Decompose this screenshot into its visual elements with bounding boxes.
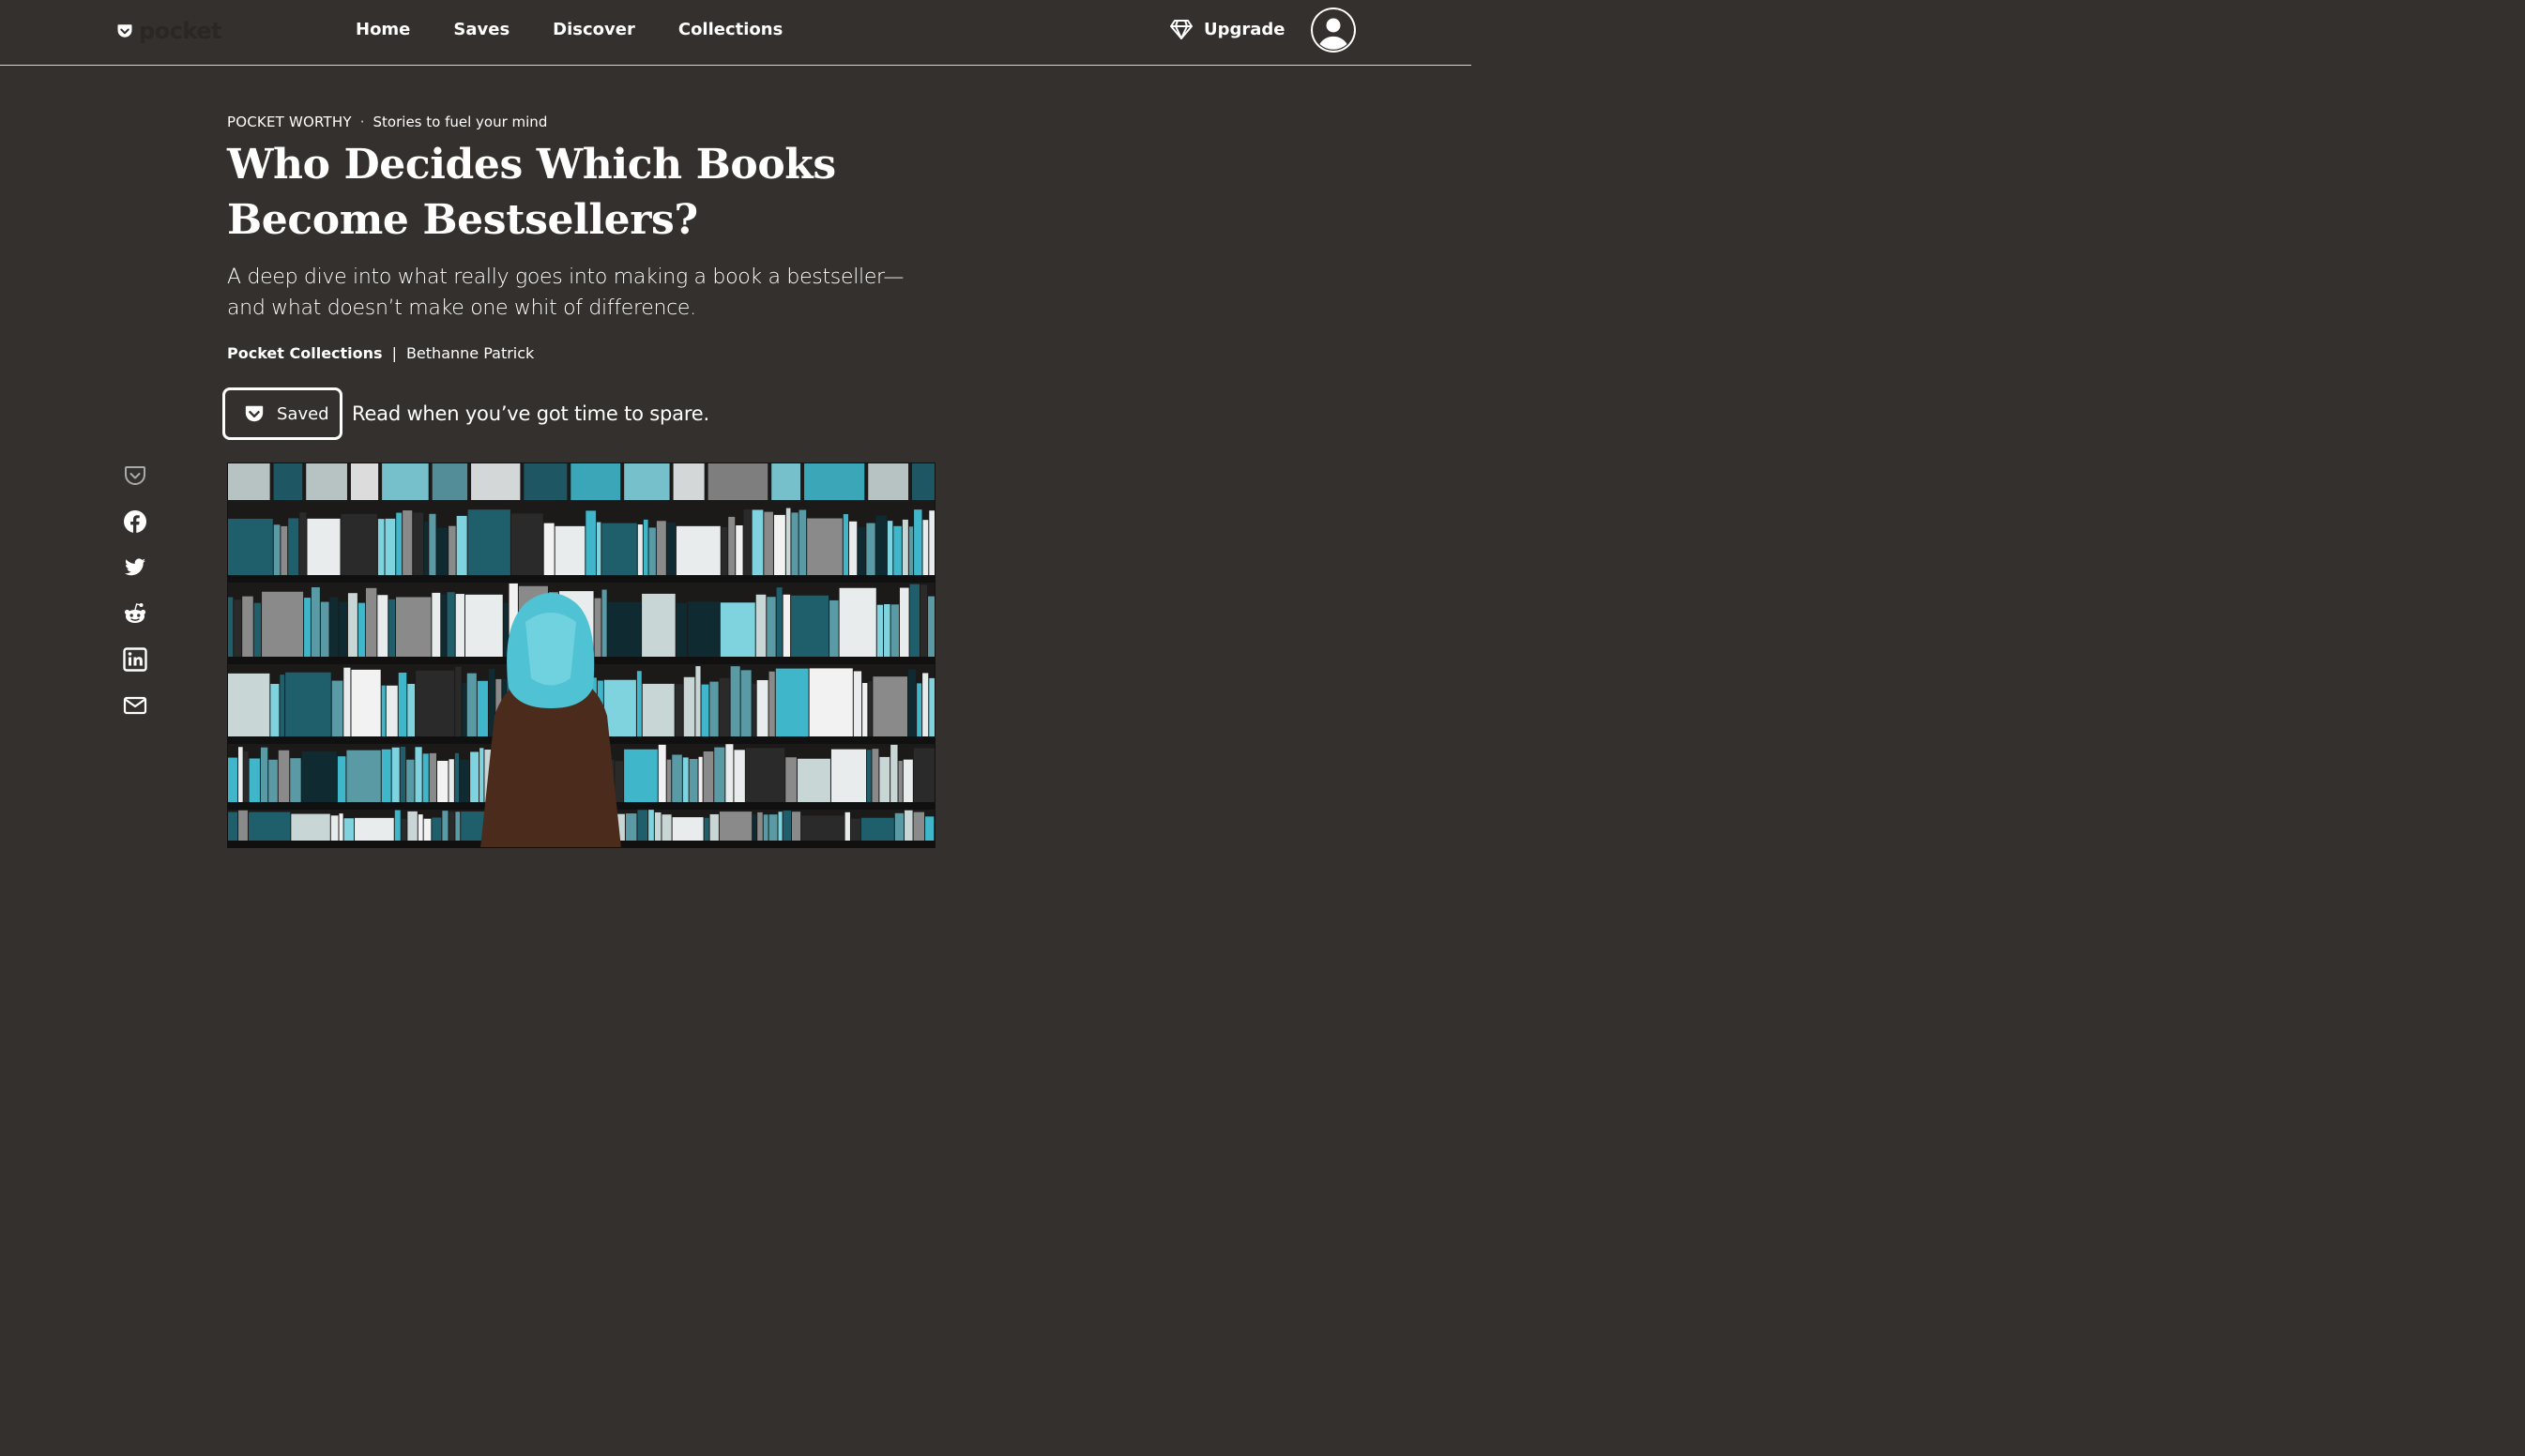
pocket-worthy-tagline: Stories to fuel your mind [373, 114, 548, 130]
pocket-logo[interactable]: pocket [116, 18, 221, 44]
collection-eyebrow: POCKET WORTHY · Stories to fuel your mind [227, 113, 547, 131]
pocket-worthy-label: POCKET WORTHY [227, 114, 352, 130]
facebook-icon[interactable] [123, 509, 147, 534]
save-tagline: Read when you’ve got time to spare. [352, 402, 709, 425]
pocket-wordmark: pocket [139, 18, 221, 44]
article-title: Who Decides Which Books Become Bestselle… [227, 137, 940, 248]
linkedin-icon[interactable] [123, 647, 147, 672]
top-nav-bar: pocket Home Saves Discover Collections U… [0, 0, 1471, 66]
share-rail [123, 463, 147, 739]
byline: Pocket Collections | Bethanne Patrick [227, 343, 534, 364]
eyebrow-separator: · [359, 114, 365, 130]
pocket-saved-icon [245, 405, 264, 422]
upgrade-button[interactable]: Upgrade [1169, 16, 1285, 42]
article-dek: A deep dive into what really goes into m… [227, 265, 905, 320]
reddit-icon[interactable] [123, 601, 147, 626]
primary-nav: Home Saves Discover Collections [356, 19, 826, 41]
twitter-icon[interactable] [123, 555, 147, 580]
upgrade-label: Upgrade [1204, 19, 1285, 39]
bookstore-photo [227, 463, 935, 848]
email-icon[interactable] [123, 693, 147, 718]
article-title-line-2: Become Bestsellers? [227, 196, 698, 244]
nav-collections[interactable]: Collections [678, 19, 783, 41]
saved-label: Saved [277, 403, 329, 424]
avatar[interactable] [1311, 8, 1356, 53]
saved-button[interactable]: Saved [222, 387, 342, 440]
user-avatar-icon [1313, 9, 1354, 51]
nav-home[interactable]: Home [356, 19, 410, 41]
diamond-icon [1170, 20, 1193, 39]
pocket-icon[interactable] [123, 463, 147, 488]
byline-separator: | [391, 344, 397, 362]
nav-saves[interactable]: Saves [453, 19, 510, 41]
hero-image [227, 463, 935, 848]
publisher-link[interactable]: Pocket Collections [227, 344, 383, 362]
author-name: Bethanne Patrick [405, 344, 535, 362]
nav-discover[interactable]: Discover [553, 19, 635, 41]
pocket-logo-icon [117, 24, 132, 38]
article-title-line-1: Who Decides Which Books [227, 141, 836, 189]
